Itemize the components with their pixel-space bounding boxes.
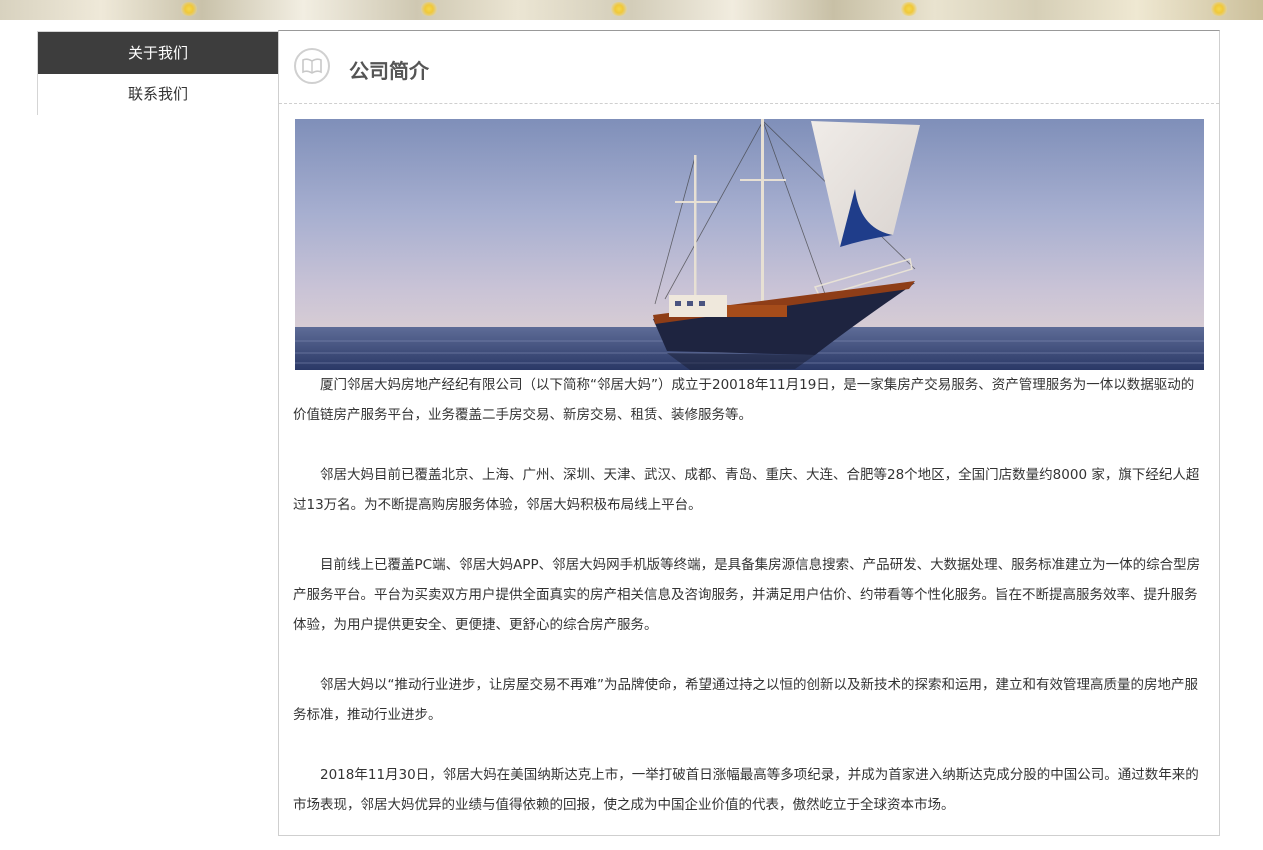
sidebar-nav: 关于我们 联系我们 <box>37 31 278 115</box>
paragraph: 目前线上已覆盖PC端、邻居大妈APP、邻居大妈网手机版等终端，是具备集房源信息搜… <box>293 557 1201 633</box>
about-content: 厦门邻居大妈房地产经纪有限公司（以下简称“邻居大妈”）成立于20018年11月1… <box>293 370 1205 850</box>
paragraph: 邻居大妈目前已覆盖北京、上海、广州、深圳、天津、武汉、成都、青岛、重庆、大连、合… <box>293 467 1200 513</box>
sidebar-item-contact-us[interactable]: 联系我们 <box>38 74 278 115</box>
top-banner <box>0 0 1263 20</box>
sailboat-image <box>295 119 1204 370</box>
flower-decoration <box>610 2 628 16</box>
flower-decoration <box>1210 2 1228 16</box>
book-icon <box>294 48 330 84</box>
hero-image <box>295 119 1204 370</box>
paragraph: 邻居大妈以“推动行业进步，让房屋交易不再难”为品牌使命，希望通过持之以恒的创新以… <box>293 677 1198 723</box>
page-title: 公司简介 <box>349 59 429 83</box>
main-panel: 公司简介 厦门邻居大妈房地产经纪有限公司（以下简称“邻居大妈”）成立于20018… <box>278 30 1220 836</box>
flower-decoration <box>180 2 198 16</box>
paragraph: 2018年11月30日，邻居大妈在美国纳斯达克上市，一举打破首日涨幅最高等多项纪… <box>293 767 1199 813</box>
flower-decoration <box>420 2 438 16</box>
section-header: 公司简介 <box>279 31 1219 104</box>
sidebar-item-about-us[interactable]: 关于我们 <box>38 32 278 74</box>
paragraph: 厦门邻居大妈房地产经纪有限公司（以下简称“邻居大妈”）成立于20018年11月1… <box>293 377 1195 423</box>
flower-decoration <box>900 2 918 16</box>
